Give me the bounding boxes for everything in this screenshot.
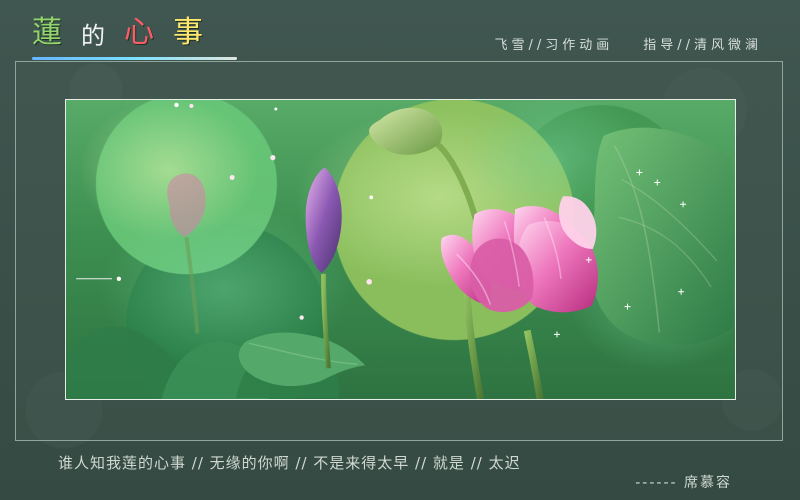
credits: 飞雪//习作动画 指导//清风微澜	[494, 34, 762, 53]
poem-signature: ------ 席慕容	[635, 475, 732, 491]
logo-underline	[32, 57, 237, 60]
poem-line: 谁人知我莲的心事 // 无缘的你啊 // 不是来得太早 // 就是 // 太迟	[58, 454, 521, 472]
lotus-photo	[65, 99, 736, 400]
credit-left: 飞雪//习作动画	[494, 38, 614, 53]
logo-char-shi: 事	[173, 15, 204, 50]
logo-char-xin: 心	[124, 15, 155, 50]
page: 蓮 的 心 事 飞雪//习作动画 指导//清风微澜 谁人知我莲的心事 // 无缘…	[0, 0, 800, 500]
logo-char-lian: 蓮	[32, 15, 63, 50]
logo: 蓮 的 心 事	[32, 8, 242, 60]
credit-right: 指导//清风微澜	[643, 38, 762, 53]
lotus-scene	[67, 100, 735, 399]
logo-text: 蓮 的 心 事	[32, 8, 242, 50]
logo-char-de: 的	[81, 22, 106, 50]
